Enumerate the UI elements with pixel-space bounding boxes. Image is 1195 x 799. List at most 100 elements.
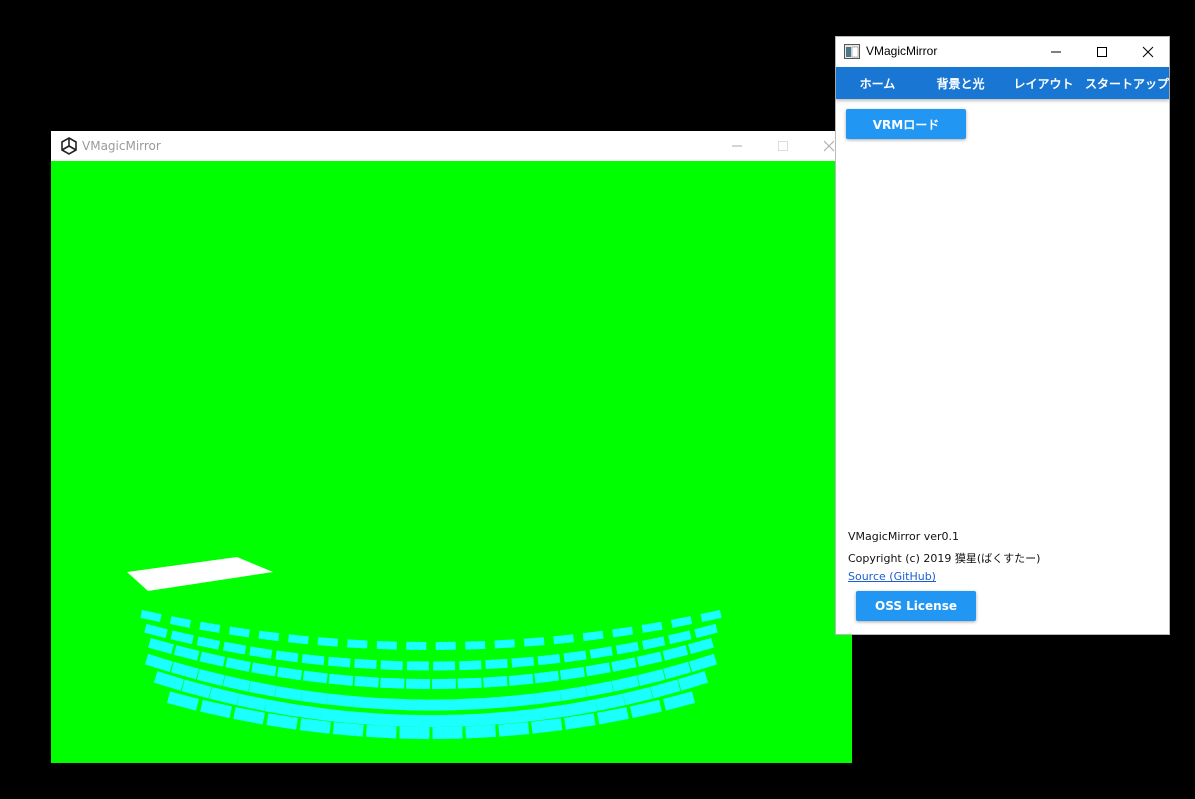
keyboard-key xyxy=(511,656,535,668)
keyboard-key xyxy=(435,641,456,651)
version-text: VMagicMirror ver0.1 xyxy=(848,530,960,543)
keyboard-key xyxy=(144,653,174,673)
keyboard-key xyxy=(668,630,692,645)
close-icon xyxy=(1142,46,1154,58)
keyboard-key xyxy=(688,653,718,673)
keyboard-key xyxy=(523,637,545,647)
keyboard-key xyxy=(225,657,251,672)
keyboard-key xyxy=(199,621,221,633)
keyboard-key xyxy=(404,699,432,711)
keyboard-key xyxy=(533,690,562,705)
unity-titlebar[interactable]: VMagicMirror xyxy=(51,131,852,161)
touchpad xyxy=(127,557,273,591)
keyboard-key xyxy=(688,637,714,655)
keyboard-key xyxy=(465,640,486,650)
keyboard-key xyxy=(347,711,377,726)
keyboard-key xyxy=(431,678,456,690)
unity-minimize-button[interactable] xyxy=(714,131,760,161)
keyboard-key xyxy=(433,661,456,671)
load-vrm-button[interactable]: VRMロード xyxy=(846,109,966,139)
tab-layout[interactable]: レイアウト xyxy=(1002,67,1085,99)
tab-startup[interactable]: スタートアップ xyxy=(1085,67,1169,99)
app-window-icon xyxy=(844,44,860,59)
keyboard-key xyxy=(352,696,380,710)
tab-home[interactable]: ホーム xyxy=(836,67,919,99)
keyboard-key xyxy=(366,724,397,739)
keyboard-key xyxy=(582,630,604,642)
panel-close-button[interactable] xyxy=(1125,37,1171,67)
keyboard-key xyxy=(274,685,303,702)
keyboard-key xyxy=(249,646,273,659)
keyboard-key xyxy=(430,699,458,711)
keyboard-key xyxy=(169,616,192,628)
oss-license-button[interactable]: OSS License xyxy=(856,591,976,621)
keyboard-key xyxy=(332,722,364,737)
panel-window-title: VMagicMirror xyxy=(866,44,938,58)
scene-canvas xyxy=(127,557,722,740)
keyboard-key xyxy=(375,713,404,727)
keyboard-key xyxy=(611,657,637,672)
keyboard-key xyxy=(612,626,634,638)
desktop: VMagicMirror VMagicMirror ホーム 背景と光 レイアウト… xyxy=(0,0,1195,799)
keyboard-key xyxy=(328,673,354,686)
keyboard-key xyxy=(432,726,463,740)
unity-maximize-button[interactable] xyxy=(760,131,806,161)
keyboard-key xyxy=(228,626,250,638)
minimize-icon xyxy=(732,145,742,147)
tab-background-light[interactable]: 背景と光 xyxy=(919,67,1002,99)
keyboard-key xyxy=(406,661,429,671)
keyboard-key xyxy=(327,656,351,668)
keyboard-key xyxy=(148,637,174,655)
keyboard-key xyxy=(406,678,431,690)
keyboard-key xyxy=(512,708,543,724)
render-viewport xyxy=(51,161,852,763)
keyboard-key xyxy=(637,669,666,686)
keyboard-key xyxy=(276,666,303,681)
keyboard-key xyxy=(378,698,406,711)
keyboard-key xyxy=(376,640,397,650)
keyboard-key xyxy=(485,711,515,726)
keyboard-key xyxy=(494,639,515,649)
keyboard-key xyxy=(456,698,484,711)
keyboard-key xyxy=(700,609,722,623)
keyboard-key xyxy=(458,713,487,727)
keyboard-key xyxy=(140,609,162,623)
keyboard-key xyxy=(482,676,508,688)
keyboard-key xyxy=(563,650,587,663)
keyboard-key xyxy=(537,653,561,666)
keyboard-key xyxy=(589,646,613,659)
panel-titlebar[interactable]: VMagicMirror xyxy=(836,37,1169,67)
keyboard-key xyxy=(354,658,377,670)
keyboard-key xyxy=(585,662,611,677)
keyboard-key xyxy=(380,660,403,671)
keyboard-key xyxy=(292,704,322,720)
keyboard-key xyxy=(641,636,666,650)
keyboard-key xyxy=(459,660,482,671)
unity-logo-icon xyxy=(60,137,78,155)
keyboard-key xyxy=(326,693,354,708)
keyboard-key xyxy=(301,653,325,666)
keyboard-key xyxy=(508,693,536,708)
keyboard-key xyxy=(615,641,640,655)
keyboard-key xyxy=(347,639,368,649)
keyboard-key xyxy=(485,658,508,670)
panel-minimize-button[interactable] xyxy=(1033,37,1079,67)
keyboard-key xyxy=(611,675,640,692)
keyboard-key xyxy=(354,676,380,688)
keyboard-key xyxy=(144,623,168,639)
keyboard-key xyxy=(300,690,329,705)
panel-maximize-button[interactable] xyxy=(1079,37,1125,67)
keyboard-key xyxy=(508,673,534,686)
unity-window-title: VMagicMirror xyxy=(82,139,161,153)
keyboard-key xyxy=(173,645,200,661)
keyboard-key xyxy=(317,637,339,647)
keyboard-key xyxy=(380,677,405,689)
source-github-link[interactable]: Source (GitHub) xyxy=(848,570,936,583)
keyboard-key xyxy=(288,634,309,645)
unity-render-window: VMagicMirror xyxy=(51,131,852,763)
keyboard-key xyxy=(275,650,299,663)
keyboard-key xyxy=(251,662,277,677)
tab-bar: ホーム 背景と光 レイアウト スタートアップ xyxy=(836,67,1169,99)
keyboard-key xyxy=(498,722,530,737)
keyboard-key xyxy=(694,623,718,639)
